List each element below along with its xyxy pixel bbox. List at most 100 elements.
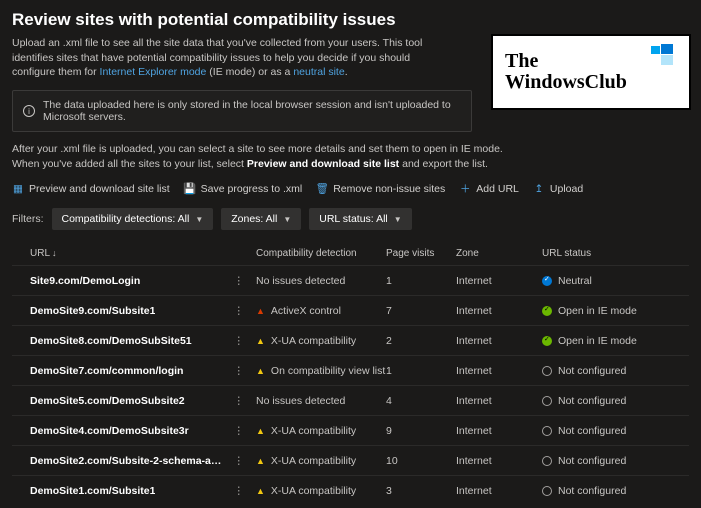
- warning-icon: ▲: [256, 366, 265, 376]
- visits-cell: 9: [386, 425, 456, 437]
- status-cell: Not configured: [542, 425, 682, 437]
- filter-status-label: URL status: All: [319, 213, 387, 225]
- table-row[interactable]: DemoSite7.com/common/login ⋮ ▲On compatibi…: [12, 355, 689, 385]
- table-row[interactable]: DemoSite1.com/Subsite1 ⋮ ▲X-UA compatibili…: [12, 475, 689, 505]
- chevron-down-icon: ▼: [195, 215, 203, 224]
- remove-button[interactable]: 🗑 Remove non-issue sites: [316, 182, 445, 195]
- table-row[interactable]: DemoSite9.com/Subsite1 ⋮ ▲ActiveX control7…: [12, 295, 689, 325]
- filter-status[interactable]: URL status: All▼: [309, 208, 411, 230]
- info-icon: i: [23, 105, 35, 117]
- table-row[interactable]: DemoSite2.com/Subsite-2-schema-and-enter…: [12, 445, 689, 475]
- compat-cell: ▲ActiveX control: [256, 305, 386, 317]
- status-cell: Not configured: [542, 455, 682, 467]
- url-text: DemoSite1.com/Subsite1: [30, 485, 155, 497]
- logo-line2: WindowsClub: [505, 72, 627, 93]
- status-cell: Not configured: [542, 365, 682, 377]
- table-header: URL↓ Compatibility detection Page visits…: [12, 248, 689, 265]
- filter-compat[interactable]: Compatibility detections: All▼: [52, 208, 214, 230]
- circle-icon: [542, 456, 552, 466]
- desc-text: .: [345, 66, 348, 78]
- error-icon: ▲: [256, 306, 265, 316]
- table-row[interactable]: DemoSite8.com/DemoSubSite51⋮▲X-UA compat…: [12, 325, 689, 355]
- desc-text: (IE mode) or as a: [206, 66, 293, 78]
- url-text: DemoSite9.com/Subsite1: [30, 305, 155, 317]
- filter-zones-label: Zones: All: [231, 213, 277, 225]
- filter-zones[interactable]: Zones: All ▼: [221, 208, 301, 230]
- circle-icon: [542, 426, 552, 436]
- ie-mode-link[interactable]: Internet Explorer mode: [100, 66, 207, 78]
- more-icon[interactable]: ⋮: [230, 305, 249, 317]
- compat-cell: ▲On compatibility view list: [256, 365, 386, 377]
- remove-icon: 🗑: [316, 182, 328, 195]
- visits-cell: 10: [386, 455, 456, 467]
- table-row[interactable]: Site9.com/DemoLogin⋮No issues detected1I…: [12, 265, 689, 295]
- visits-cell: 4: [386, 395, 456, 407]
- status-cell: Neutral: [542, 275, 682, 287]
- col-status[interactable]: URL status: [542, 248, 682, 259]
- info-text: The data uploaded here is only stored in…: [43, 99, 461, 123]
- compat-cell: No issues detected: [256, 275, 386, 287]
- upload-button[interactable]: ↥Upload: [533, 183, 583, 195]
- url-text: Site9.com/DemoLogin: [30, 275, 140, 287]
- zone-cell: Internet: [456, 365, 542, 377]
- desc2-bold: Preview and download site list: [247, 158, 399, 170]
- check-icon: [542, 276, 552, 286]
- desc2-post: and export the list.: [399, 158, 488, 170]
- zone-cell: Internet: [456, 275, 542, 287]
- add-url-button[interactable]: ＋Add URL: [459, 181, 519, 196]
- more-icon[interactable]: ⋮: [230, 455, 249, 467]
- url-text: DemoSite2.com/Subsite-2-schema-and-enter…: [30, 455, 226, 467]
- save-icon: 💾: [184, 182, 196, 195]
- visits-cell: 1: [386, 365, 456, 377]
- more-icon[interactable]: ⋮: [230, 275, 249, 287]
- save-button[interactable]: 💾 Save progress to .xml: [184, 182, 303, 195]
- warning-icon: ▲: [256, 426, 265, 436]
- status-cell: Not configured: [542, 395, 682, 407]
- table-row[interactable]: DemoSite4.com/DemoSubsite3r⋮▲X-UA compat…: [12, 415, 689, 445]
- chevron-down-icon: ▼: [283, 215, 291, 224]
- compat-cell: ▲X-UA compatibility: [256, 455, 386, 467]
- warning-icon: ▲: [256, 456, 265, 466]
- url-text: DemoSite7.com/common/login: [30, 365, 183, 377]
- preview-button[interactable]: ▦ Preview and download site list: [12, 183, 170, 195]
- logo-line1: The: [505, 51, 627, 72]
- col-zone[interactable]: Zone: [456, 248, 542, 259]
- sites-table: URL↓ Compatibility detection Page visits…: [12, 248, 689, 505]
- status-cell: Open in IE mode: [542, 335, 682, 347]
- zone-cell: Internet: [456, 425, 542, 437]
- warning-icon: ▲: [256, 336, 265, 346]
- list-icon: ▦: [12, 183, 24, 195]
- more-icon[interactable]: ⋮: [230, 365, 249, 377]
- upload-icon: ↥: [533, 183, 545, 195]
- page-title: Review sites with potential compatibilit…: [12, 10, 689, 30]
- more-icon[interactable]: ⋮: [230, 425, 249, 437]
- preview-label: Preview and download site list: [29, 183, 170, 195]
- col-compat[interactable]: Compatibility detection: [256, 248, 386, 259]
- compat-cell: ▲X-UA compatibility: [256, 335, 386, 347]
- compat-cell: ▲X-UA compatibility: [256, 425, 386, 437]
- logo-text: The WindowsClub: [505, 51, 627, 93]
- toolbar: ▦ Preview and download site list 💾 Save pr…: [12, 181, 689, 196]
- visits-cell: 2: [386, 335, 456, 347]
- col-url[interactable]: URL↓: [30, 248, 256, 259]
- more-icon[interactable]: ⋮: [230, 335, 249, 347]
- circle-icon: [542, 366, 552, 376]
- visits-cell: 7: [386, 305, 456, 317]
- compat-cell: ▲X-UA compatibility: [256, 485, 386, 497]
- warning-icon: ▲: [256, 486, 265, 496]
- col-visits[interactable]: Page visits: [386, 248, 456, 259]
- table-row[interactable]: DemoSite5.com/DemoSubsite2⋮No issues det…: [12, 385, 689, 415]
- save-label: Save progress to .xml: [201, 183, 303, 195]
- status-cell: Not configured: [542, 485, 682, 497]
- remove-label: Remove non-issue sites: [333, 183, 445, 195]
- url-text: DemoSite5.com/DemoSubsite2: [30, 395, 185, 407]
- watermark-logo: The WindowsClub: [491, 34, 691, 110]
- filters-label: Filters:: [12, 213, 44, 225]
- more-icon[interactable]: ⋮: [230, 395, 249, 407]
- filter-bar: Filters: Compatibility detections: All▼ …: [12, 208, 689, 230]
- visits-cell: 3: [386, 485, 456, 497]
- col-url-label: URL: [30, 248, 50, 259]
- neutral-site-link[interactable]: neutral site: [293, 66, 344, 78]
- check-icon: [542, 306, 552, 316]
- more-icon[interactable]: ⋮: [230, 485, 249, 497]
